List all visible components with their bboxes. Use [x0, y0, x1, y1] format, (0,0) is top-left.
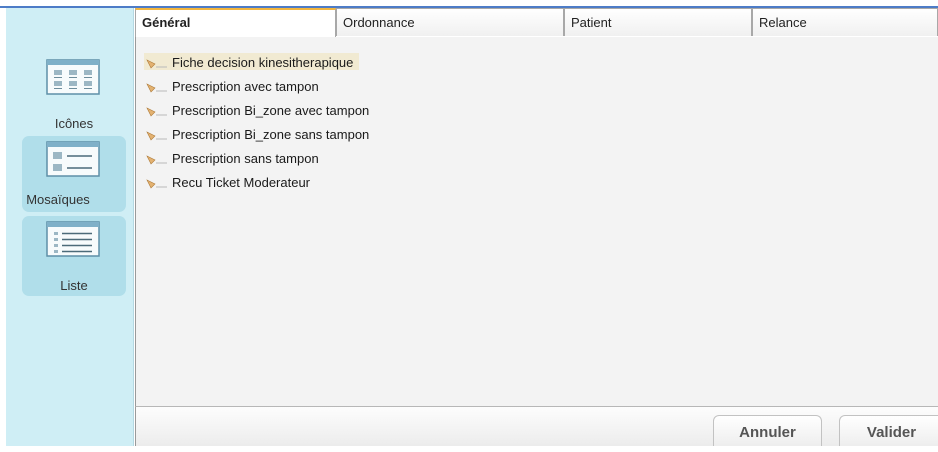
list-item[interactable]: Fiche decision kinesitherapique [144, 53, 360, 70]
list-item-label: Prescription Bi_zone avec tampon [172, 103, 370, 118]
view-switcher-sidebar: Icônes Mosaïques Liste [6, 8, 134, 446]
tab-relance[interactable]: Relance [752, 8, 938, 36]
tab-ordonnance[interactable]: Ordonnance [336, 8, 564, 36]
view-icons-button[interactable]: Icônes [22, 54, 126, 136]
list-item[interactable]: Recu Ticket Moderateur [144, 173, 314, 190]
view-tiles-label: Mosaïques [26, 192, 90, 207]
window-frame-bottom [0, 446, 938, 452]
list-item-label: Prescription sans tampon [172, 151, 319, 166]
list-item-label: Prescription avec tampon [172, 79, 319, 94]
confirm-button[interactable]: Valider [839, 415, 938, 449]
list-item[interactable]: Prescription Bi_zone sans tampon [144, 125, 373, 142]
tab-general[interactable]: Général [135, 8, 336, 37]
list-item[interactable]: Prescription Bi_zone avec tampon [144, 101, 373, 118]
list-view-icon [46, 221, 100, 257]
list-item-label: Fiche decision kinesitherapique [172, 55, 354, 70]
icons-view-icon [46, 59, 100, 95]
list-item[interactable]: Prescription avec tampon [144, 77, 323, 94]
cancel-button[interactable]: Annuler [713, 415, 822, 449]
tab-patient[interactable]: Patient [564, 8, 752, 36]
list-item-label: Prescription Bi_zone sans tampon [172, 127, 370, 142]
list-item[interactable]: Prescription sans tampon [144, 149, 323, 166]
document-template-icon [146, 131, 167, 141]
view-list-label: Liste [60, 278, 88, 293]
view-list-button[interactable]: Liste [22, 216, 126, 296]
document-template-icon [146, 59, 167, 69]
list-item-label: Recu Ticket Moderateur [172, 175, 311, 190]
document-template-icon [146, 107, 167, 117]
document-template-icon [146, 155, 167, 165]
tiles-view-icon [46, 141, 100, 177]
document-template-icon [146, 179, 167, 189]
document-list: Fiche decision kinesitherapique Prescrip… [135, 37, 938, 406]
view-icons-label: Icônes [54, 116, 94, 131]
document-template-icon [146, 83, 167, 93]
view-tiles-button[interactable]: Mosaïques [22, 136, 126, 212]
